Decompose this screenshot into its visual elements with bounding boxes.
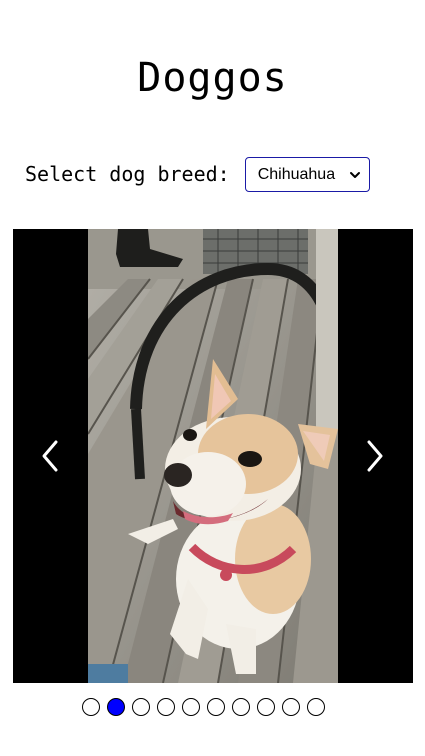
- carousel-dot[interactable]: [257, 698, 275, 716]
- dog-photo: [88, 229, 338, 683]
- carousel-indicators: [82, 698, 332, 718]
- breed-select-value: Chihuahua: [257, 165, 336, 183]
- breed-select-dropdown[interactable]: Chihuahua: [244, 157, 370, 192]
- carousel-prev-button[interactable]: [32, 436, 68, 476]
- carousel-dot[interactable]: [232, 698, 250, 716]
- chevron-right-icon: [367, 440, 383, 472]
- breed-selector-row: Select dog breed: Chihuahua: [25, 157, 370, 192]
- chevron-left-icon: [42, 440, 58, 472]
- carousel-dot[interactable]: [282, 698, 300, 716]
- carousel-dot[interactable]: [182, 698, 200, 716]
- page-title: Doggos: [137, 55, 288, 101]
- carousel-dot[interactable]: [132, 698, 150, 716]
- carousel-dot[interactable]: [82, 698, 100, 716]
- carousel-dot[interactable]: [307, 698, 325, 716]
- carousel-next-button[interactable]: [357, 436, 393, 476]
- carousel-dot[interactable]: [107, 698, 125, 716]
- carousel-dot[interactable]: [207, 698, 225, 716]
- breed-select-label: Select dog breed:: [25, 162, 230, 186]
- carousel-dot[interactable]: [157, 698, 175, 716]
- chevron-down-icon: [349, 169, 361, 181]
- image-carousel: [13, 229, 413, 683]
